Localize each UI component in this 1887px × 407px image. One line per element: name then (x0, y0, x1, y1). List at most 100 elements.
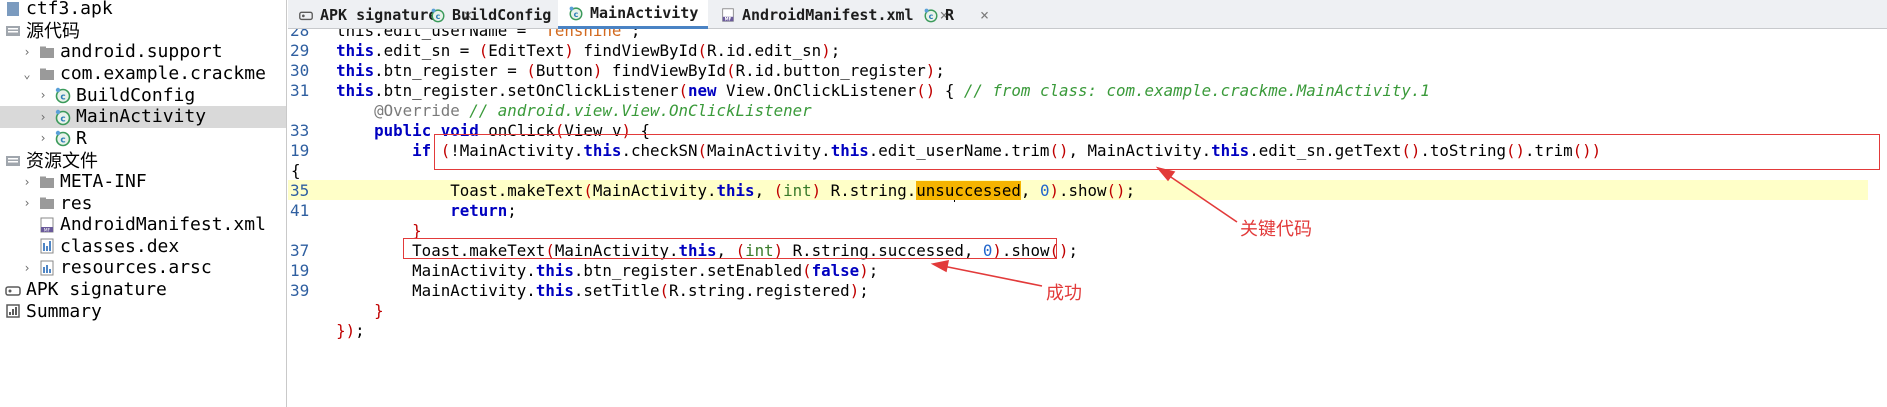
tree-item-label: resources.arsc (60, 257, 212, 279)
success-code-highlight-box (403, 238, 1057, 259)
chevron-right-icon[interactable]: › (20, 42, 34, 62)
code-token: .setTitle (573, 281, 660, 300)
chevron-right-icon[interactable]: › (36, 85, 50, 105)
tree-item[interactable]: APK signature (0, 279, 286, 301)
tree-item[interactable]: › c BuildConfig (0, 84, 286, 106)
tree-item-label: android.support (60, 41, 223, 63)
svg-text:c: c (929, 12, 934, 21)
dex-file-icon (38, 237, 56, 255)
chevron-right-icon[interactable]: › (20, 258, 34, 278)
close-icon[interactable]: × (980, 6, 989, 24)
code-token: @Override (374, 101, 460, 120)
code-token: ) (592, 61, 603, 80)
svg-text:c: c (436, 12, 441, 21)
package-icon (38, 65, 56, 83)
code-token: public (374, 121, 432, 140)
svg-text:c: c (60, 136, 65, 146)
code-token: ) (345, 321, 356, 340)
tree-item[interactable]: › META-INF (0, 171, 286, 193)
tab-label: MainActivity (590, 4, 699, 22)
chevron-down-icon[interactable]: ⌄ (20, 64, 34, 84)
code-token: ; (859, 281, 869, 300)
code-token: ; (507, 201, 517, 220)
class-icon: c (54, 86, 72, 104)
code-token: this (716, 181, 755, 200)
tree-item[interactable]: › resources.arsc (0, 257, 286, 279)
key-code-label: 关键代码 (1240, 219, 1312, 240)
code-token: ( (659, 281, 669, 300)
code-token: () (1106, 181, 1126, 200)
tree-item[interactable]: 资源文件 (0, 149, 286, 172)
code-line: }); (288, 319, 365, 343)
tree-item[interactable]: Summary (0, 300, 286, 322)
class-icon: c (923, 7, 939, 23)
tree-item-label: BuildConfig (76, 84, 196, 106)
code-token: ; (1068, 241, 1079, 260)
tab-buildconfig[interactable]: cBuildConfig× (420, 0, 586, 29)
tree-item[interactable]: › android.support (0, 41, 286, 63)
code-token: ) (821, 41, 831, 60)
code-token: ; (935, 61, 945, 80)
tree-item[interactable]: 源代码 (0, 20, 286, 43)
code-token: ) (1049, 181, 1059, 200)
tree-item[interactable]: › res (0, 192, 286, 214)
code-token: .edit_sn = (374, 41, 479, 60)
tab-mainactivity[interactable]: cMainActivity× (558, 0, 733, 29)
tree-item[interactable]: › c R (0, 127, 286, 150)
code-token: this (336, 61, 375, 80)
tab-apk-signature[interactable]: APK signature × (288, 0, 472, 29)
tree-item-label: META-INF (60, 171, 147, 193)
svg-text:MF: MF (44, 227, 51, 233)
tree-item[interactable]: ›classes.dex (0, 236, 286, 258)
chevron-right-icon[interactable]: › (20, 172, 34, 192)
code-token: this (535, 281, 574, 300)
tree-item[interactable]: › c MainActivity (0, 106, 286, 128)
tab-label: AndroidManifest.xml (742, 5, 914, 24)
key-code-highlight-box (434, 134, 1880, 170)
tab-r[interactable]: c R × (913, 0, 993, 29)
code-token: R.string.registered (668, 281, 850, 300)
code-token: findViewById (573, 41, 698, 60)
code-editor[interactable]: 28 29 30 31 33 19 35 41 37 19 39 this.edit_userNam… (288, 29, 1887, 407)
tree-item[interactable]: ⌄ com.example.crackme (0, 63, 286, 85)
code-token: R.string. (821, 181, 917, 200)
tab-androidmanifest-xml[interactable]: MF AndroidManifest.xml × (710, 0, 949, 29)
code-token: EditText (488, 41, 565, 60)
apk-icon (4, 0, 22, 18)
chevron-right-icon[interactable]: › (20, 193, 34, 213)
code-token: .show (1058, 181, 1107, 200)
signature-icon (298, 7, 314, 23)
code-token: this (535, 261, 574, 280)
tab-label: BuildConfig (452, 5, 552, 24)
chevron-right-icon[interactable]: › (36, 128, 50, 148)
project-tree[interactable]: ctf3.apk 源代码 › android.support ⌄ com.example.… (0, 0, 287, 407)
tree-item-label: AndroidManifest.xml (60, 214, 266, 236)
class-icon: c (54, 129, 72, 147)
code-token: ) (925, 61, 936, 80)
chevron-right-icon[interactable]: › (36, 107, 50, 127)
tree-item-label: APK signature (26, 279, 167, 301)
code-token: ( (583, 181, 593, 200)
code-token: } (374, 301, 384, 320)
code-token: if (412, 141, 432, 160)
tree-item-label: 源代码 (26, 21, 80, 43)
code-token: ( (726, 61, 736, 80)
code-token: ( (802, 261, 812, 280)
tree-item-label: Summary (26, 300, 102, 322)
svg-text:MF: MF (725, 16, 732, 21)
class-icon: c (430, 7, 446, 23)
code-token: new (688, 81, 717, 100)
code-token: ( (526, 61, 536, 80)
code-token: int (783, 181, 812, 200)
tree-item[interactable]: ›MFAndroidManifest.xml (0, 214, 286, 236)
tree-item-label: R (76, 127, 87, 149)
manifest-file-icon: MF (38, 216, 56, 234)
code-token: MainActivity. (412, 281, 536, 300)
